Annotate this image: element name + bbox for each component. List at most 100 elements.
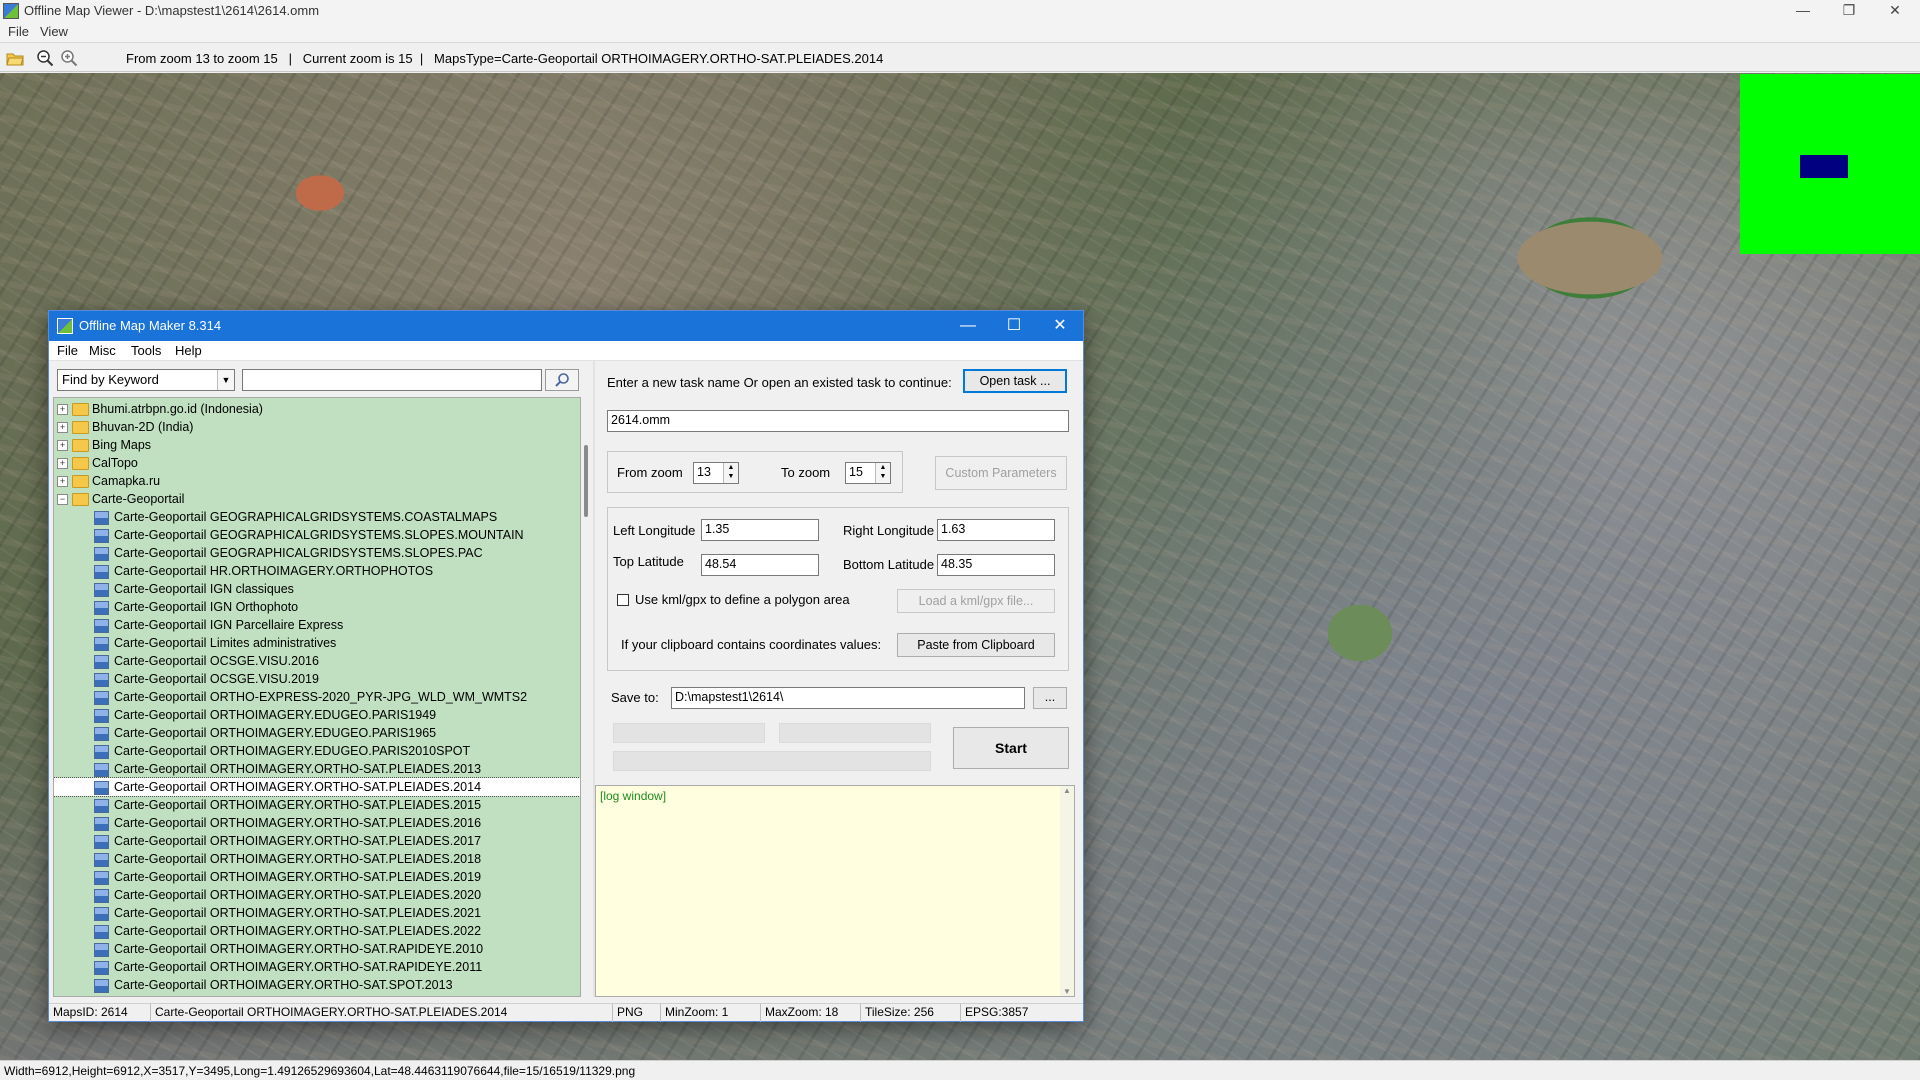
search-button[interactable] <box>545 369 579 391</box>
tree-scrollbar[interactable] <box>581 397 593 997</box>
collapse-icon[interactable]: − <box>57 494 68 505</box>
tree-item-label: Carte-Geoportail <box>92 492 185 506</box>
tree-map-item[interactable]: Carte-Geoportail IGN Orthophoto <box>54 598 580 616</box>
paste-from-clipboard-button[interactable]: Paste from Clipboard <box>897 633 1055 657</box>
tree-map-item[interactable]: Carte-Geoportail OCSGE.VISU.2019 <box>54 670 580 688</box>
log-window[interactable]: [log window] ▲ ▼ <box>595 785 1075 997</box>
expand-icon[interactable]: + <box>57 440 68 451</box>
bottom-latitude-label: Bottom Latitude <box>843 557 935 572</box>
expand-icon[interactable]: + <box>57 458 68 469</box>
log-scrollbar[interactable]: ▲ ▼ <box>1060 786 1074 996</box>
tree-folder[interactable]: + Bhumi.atrbpn.go.id (Indonesia) <box>54 400 580 418</box>
tree-map-item[interactable]: Carte-Geoportail ORTHOIMAGERY.ORTHO-SAT.… <box>54 904 580 922</box>
minimize-button[interactable]: — <box>1780 0 1826 22</box>
tree-map-item[interactable]: Carte-Geoportail ORTHOIMAGERY.ORTHO-SAT.… <box>54 814 580 832</box>
to-zoom-value: 15 <box>849 465 863 479</box>
expand-icon[interactable]: + <box>57 476 68 487</box>
tree-map-item[interactable]: Carte-Geoportail ORTHO-EXPRESS-2020_PYR-… <box>54 688 580 706</box>
expand-icon[interactable]: + <box>57 404 68 415</box>
from-zoom-spinner[interactable]: 13 ▲ ▼ <box>693 462 739 484</box>
map-layer-icon <box>94 583 109 597</box>
minimap-viewport[interactable] <box>1800 155 1848 178</box>
map-layer-icon <box>94 709 109 723</box>
scroll-down-icon[interactable]: ▼ <box>1060 987 1074 996</box>
tree-folder[interactable]: + CalTopo <box>54 454 580 472</box>
tree-map-item[interactable]: Carte-Geoportail ORTHOIMAGERY.ORTHO-SAT.… <box>54 886 580 904</box>
spinner-arrows-icon[interactable]: ▲ ▼ <box>875 463 890 483</box>
right-longitude-field[interactable]: 1.63 <box>937 519 1055 541</box>
tree-folder[interactable]: + Bing Maps <box>54 436 580 454</box>
tree-map-item[interactable]: Carte-Geoportail ORTHOIMAGERY.ORTHO-SAT.… <box>54 940 580 958</box>
tree-map-item[interactable]: Carte-Geoportail IGN classiques <box>54 580 580 598</box>
tree-map-item[interactable]: Carte-Geoportail ORTHOIMAGERY.ORTHO-SAT.… <box>54 796 580 814</box>
open-task-button[interactable]: Open task ... <box>963 369 1067 393</box>
tree-folder[interactable]: + Camapka.ru <box>54 472 580 490</box>
tree-item-label: Carte-Geoportail ORTHOIMAGERY.ORTHO-SAT.… <box>114 816 482 830</box>
dialog-menu-file[interactable]: File <box>57 343 78 358</box>
menu-view[interactable]: View <box>40 24 68 39</box>
tree-map-item[interactable]: Carte-Geoportail ORTHOIMAGERY.ORTHO-SAT.… <box>54 832 580 850</box>
map-layer-icon <box>94 961 109 975</box>
tree-map-item[interactable]: Carte-Geoportail ORTHOIMAGERY.ORTHO-SAT.… <box>54 777 580 797</box>
dialog-close-button[interactable]: ✕ <box>1037 311 1083 341</box>
tree-map-item[interactable]: Carte-Geoportail GEOGRAPHICALGRIDSYSTEMS… <box>54 526 580 544</box>
dialog-statusbar: MapsID: 2614 Carte-Geoportail ORTHOIMAGE… <box>49 1003 1083 1022</box>
save-to-field[interactable]: D:\mapstest1\2614\ <box>671 687 1025 709</box>
status-maps-name: Carte-Geoportail ORTHOIMAGERY.ORTHO-SAT.… <box>151 1004 613 1022</box>
browse-button[interactable]: ... <box>1033 687 1067 709</box>
tree-scrollbar-thumb[interactable] <box>584 445 588 517</box>
dialog-menu-misc[interactable]: Misc <box>89 343 116 358</box>
folder-icon <box>72 493 89 506</box>
task-name-field[interactable]: 2614.omm <box>607 410 1069 432</box>
search-input[interactable] <box>242 369 542 391</box>
kml-checkbox[interactable] <box>617 594 629 606</box>
maps-tree[interactable]: + Bhumi.atrbpn.go.id (Indonesia) + Bhuvan-2… <box>53 397 581 997</box>
restore-button[interactable]: ❐ <box>1826 0 1872 22</box>
tree-folder[interactable]: + Bhuvan-2D (India) <box>54 418 580 436</box>
zoom-out-icon[interactable] <box>36 49 54 67</box>
zoom-in-icon[interactable] <box>60 49 78 67</box>
bottom-latitude-field[interactable]: 48.35 <box>937 554 1055 576</box>
tree-folder[interactable]: − Carte-Geoportail <box>54 490 580 508</box>
tree-map-item[interactable]: Carte-Geoportail ORTHOIMAGERY.EDUGEO.PAR… <box>54 742 580 760</box>
tree-map-item[interactable]: Carte-Geoportail ORTHOIMAGERY.EDUGEO.PAR… <box>54 706 580 724</box>
folder-icon <box>72 421 89 434</box>
tree-map-item[interactable]: Carte-Geoportail OCSGE.VISU.2016 <box>54 652 580 670</box>
tree-map-item[interactable]: Carte-Geoportail ORTHOIMAGERY.EDUGEO.PAR… <box>54 724 580 742</box>
custom-parameters-button[interactable]: Custom Parameters <box>935 456 1067 490</box>
tree-map-item[interactable]: Carte-Geoportail ORTHOIMAGERY.ORTHO-SAT.… <box>54 976 580 994</box>
tree-map-item[interactable]: Carte-Geoportail HR.ORTHOIMAGERY.ORTHOPH… <box>54 562 580 580</box>
start-button[interactable]: Start <box>953 727 1069 769</box>
dialog-menu-tools[interactable]: Tools <box>131 343 161 358</box>
tree-map-item[interactable]: Carte-Geoportail Limites administratives <box>54 634 580 652</box>
zoom-info-text: From zoom 13 to zoom 15 | Current zoom i… <box>126 51 884 66</box>
top-latitude-field[interactable]: 48.54 <box>701 554 819 576</box>
tree-map-item[interactable]: Carte-Geoportail IGN Parcellaire Express <box>54 616 580 634</box>
tree-map-item[interactable]: Carte-Geoportail ORTHOIMAGERY.ORTHO-SAT.… <box>54 760 580 778</box>
search-mode-select[interactable]: Find by Keyword ▼ <box>57 369 235 391</box>
left-longitude-field[interactable]: 1.35 <box>701 519 819 541</box>
dialog-minimize-button[interactable]: — <box>945 311 991 341</box>
tree-item-label: Carte-Geoportail ORTHOIMAGERY.EDUGEO.PAR… <box>114 726 437 740</box>
load-kml-button[interactable]: Load a kml/gpx file... <box>897 589 1055 613</box>
close-button[interactable]: ✕ <box>1872 0 1918 22</box>
spinner-arrows-icon[interactable]: ▲ ▼ <box>723 463 738 483</box>
to-zoom-spinner[interactable]: 15 ▲ ▼ <box>845 462 891 484</box>
tree-item-label: Carte-Geoportail ORTHOIMAGERY.ORTHO-SAT.… <box>114 960 483 974</box>
open-folder-icon[interactable] <box>6 49 24 67</box>
tree-map-item[interactable]: Carte-Geoportail GEOGRAPHICALGRIDSYSTEMS… <box>54 544 580 562</box>
dialog-app-icon <box>57 318 73 334</box>
tree-map-item[interactable]: Carte-Geoportail GEOGRAPHICALGRIDSYSTEMS… <box>54 508 580 526</box>
menu-file[interactable]: File <box>8 24 29 39</box>
chevron-down-icon[interactable]: ▼ <box>217 370 234 390</box>
tree-map-item[interactable]: Carte-Geoportail ORTHOIMAGERY.ORTHO-SAT.… <box>54 922 580 940</box>
expand-icon[interactable]: + <box>57 422 68 433</box>
tree-map-item[interactable]: Carte-Geoportail ORTHOIMAGERY.ORTHO-SAT.… <box>54 850 580 868</box>
map-layer-icon <box>94 547 109 561</box>
map-layer-icon <box>94 601 109 615</box>
tree-map-item[interactable]: Carte-Geoportail ORTHOIMAGERY.ORTHO-SAT.… <box>54 868 580 886</box>
map-layer-icon <box>94 853 109 867</box>
dialog-menu-help[interactable]: Help <box>175 343 202 358</box>
dialog-maximize-button[interactable]: ☐ <box>991 311 1037 341</box>
tree-map-item[interactable]: Carte-Geoportail ORTHOIMAGERY.ORTHO-SAT.… <box>54 958 580 976</box>
